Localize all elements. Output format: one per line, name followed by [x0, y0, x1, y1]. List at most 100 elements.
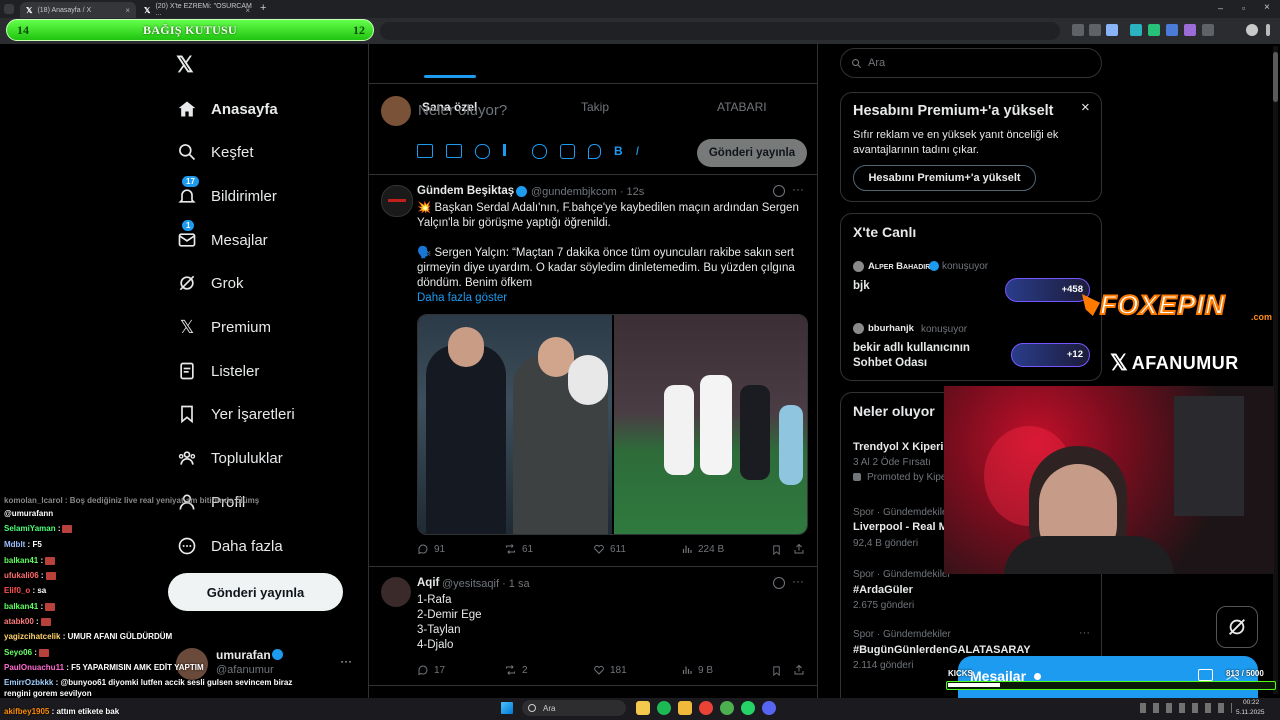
sidebar-item-messages[interactable]: 1 Mesajlar — [176, 220, 268, 255]
minimize-icon[interactable]: – — [1218, 3, 1223, 13]
premium-upgrade-button[interactable]: Hesabını Premium+'a yükselt — [853, 165, 1036, 191]
whatsapp-icon[interactable] — [741, 701, 755, 715]
italic-icon[interactable]: I — [636, 144, 639, 160]
share-icon[interactable] — [793, 663, 805, 681]
chat-message: Mdblt : F5 — [4, 540, 42, 550]
spotify-icon[interactable] — [657, 701, 671, 715]
like-button[interactable]: 611 — [593, 543, 626, 555]
chat-message: Elif0_o : sa — [4, 586, 46, 596]
search-placeholder: Ara — [868, 57, 886, 69]
grok-floating-button[interactable] — [1216, 606, 1258, 648]
explorer-icon[interactable] — [636, 701, 650, 715]
gif-icon[interactable] — [446, 144, 462, 158]
discord-icon[interactable] — [762, 701, 776, 715]
like-button[interactable]: 181 — [593, 664, 627, 676]
search-input[interactable]: Ara — [840, 48, 1102, 78]
views-button[interactable]: 224 B — [681, 543, 724, 555]
trend-more-icon[interactable]: ··· — [1079, 627, 1090, 639]
views-button[interactable]: 9 B — [681, 664, 713, 676]
space-item[interactable]: Alper Bahadır konuşuyor bjk +458 — [841, 254, 1101, 309]
chat-message: akifbey1905 : attım etikete bak — [4, 707, 119, 717]
chat-user: SelamiYaman — [4, 524, 56, 533]
sidebar-item-explore[interactable]: Keşfet — [176, 137, 254, 167]
bold-icon[interactable]: B — [614, 144, 623, 160]
sidebar-item-communities[interactable]: Topluluklar — [176, 443, 283, 473]
tab-atabari[interactable]: ATABARI — [717, 100, 767, 114]
share-icon[interactable] — [793, 542, 805, 560]
bookmark-star-icon[interactable] — [1106, 24, 1118, 36]
composer-post-button[interactable]: Gönderi yayınla — [697, 139, 807, 167]
url-field[interactable] — [380, 22, 1060, 40]
browser-menu-icon[interactable] — [1266, 24, 1270, 36]
system-tray-icons[interactable] — [1140, 703, 1232, 713]
tweet[interactable]: Gündem Beşiktaş @gundembjkcom · 12s ··· … — [369, 175, 817, 567]
chat-message: Seyo06 : — [4, 648, 49, 658]
reply-button[interactable]: 91 — [417, 543, 445, 555]
poll-icon[interactable] — [503, 144, 519, 156]
tweet-more-icon[interactable]: ··· — [792, 574, 804, 588]
sidebar-item-bookmarks[interactable]: Yer İşaretleri — [176, 399, 295, 429]
close-icon[interactable]: × — [125, 6, 130, 15]
grok-icon — [1229, 619, 1245, 635]
maximize-icon[interactable]: ▫ — [1242, 3, 1245, 13]
page-scrollbar[interactable] — [1273, 46, 1278, 694]
repost-button[interactable]: 61 — [504, 543, 533, 555]
tweet-author[interactable]: Gündem Beşiktaş — [417, 185, 514, 197]
new-tab-button[interactable]: + — [260, 2, 266, 14]
composer-input[interactable]: Neler oluyor? — [418, 102, 507, 119]
scrollbar-thumb[interactable] — [1273, 52, 1278, 102]
tweet-handle[interactable]: @gundembjkcom · 12s — [531, 186, 644, 198]
close-window-icon[interactable]: × — [1264, 2, 1270, 13]
tweet-more-icon[interactable]: ··· — [792, 182, 804, 196]
extension-icon[interactable] — [1184, 24, 1196, 36]
emoji-icon[interactable] — [532, 144, 547, 159]
grok-icon[interactable] — [773, 185, 785, 197]
sidebar-item-lists[interactable]: Listeler — [176, 356, 259, 386]
grok-icon[interactable] — [773, 577, 785, 589]
trend-subtitle: 3 Al 2 Öde Fırsatı — [853, 457, 931, 468]
media-icon[interactable] — [417, 144, 433, 158]
extension-icon[interactable] — [1166, 24, 1178, 36]
extensions-puzzle-icon[interactable] — [1202, 24, 1214, 36]
browser-tab[interactable]: 𝕏 (20) X'te EZREMi: "OSURCAM ... × — [138, 2, 256, 18]
location-icon[interactable] — [588, 144, 601, 159]
extension-icon[interactable] — [1130, 24, 1142, 36]
chat-text: : — [33, 617, 39, 626]
repost-button[interactable]: 2 — [504, 664, 528, 676]
sidebar-item-home[interactable]: Anasayfa — [176, 94, 278, 124]
zoom-icon[interactable] — [1089, 24, 1101, 36]
chat-text: rengini gorem sevilyon — [4, 689, 92, 698]
space-item[interactable]: bburhanjk konuşuyor bekir adlı kullanıcı… — [841, 316, 1101, 376]
profile-avatar-icon[interactable] — [1246, 24, 1258, 36]
reply-button[interactable]: 17 — [417, 664, 445, 676]
close-icon[interactable]: × — [1081, 99, 1090, 116]
schedule-icon[interactable] — [560, 144, 575, 159]
bookmark-icon[interactable] — [771, 543, 782, 561]
sidebar-item-grok[interactable]: Grok — [176, 268, 244, 298]
tweet-handle[interactable]: @yesitsaqif · 1 sa — [442, 578, 530, 590]
cast-icon[interactable] — [1072, 24, 1084, 36]
chrome-icon[interactable] — [699, 701, 713, 715]
app-icon[interactable] — [720, 701, 734, 715]
sidebar-item-notifications[interactable]: 17 Bildirimler — [176, 176, 277, 211]
tweet-author[interactable]: Aqif — [417, 577, 439, 589]
tab-following[interactable]: Takip — [581, 100, 609, 114]
tweet[interactable]: Aqif @yesitsaqif · 1 sa ··· 1-Rafa 2-Dem… — [369, 567, 817, 687]
sidebar-item-premium[interactable]: 𝕏 Premium — [176, 312, 271, 342]
tab-list-button[interactable] — [4, 4, 14, 14]
main-feed: Sana özel Takip ATABARI Neler oluyor? B … — [368, 44, 818, 720]
grok-icon[interactable] — [475, 144, 490, 159]
divider — [369, 83, 817, 84]
space-listeners: +458 — [1005, 278, 1090, 302]
taskbar-search[interactable]: Ara — [522, 700, 626, 716]
browser-tab-active[interactable]: 𝕏 (18) Anasayfa / X × — [20, 2, 136, 18]
files-icon[interactable] — [678, 701, 692, 715]
bookmark-icon[interactable] — [771, 664, 782, 682]
extension-icon[interactable] — [1148, 24, 1160, 36]
start-button[interactable] — [501, 702, 513, 714]
x-home-logo[interactable]: 𝕏 — [176, 52, 194, 78]
emote-icon — [38, 648, 49, 657]
close-icon[interactable]: × — [245, 6, 250, 15]
tweet-media[interactable] — [417, 314, 808, 535]
show-more-link[interactable]: Daha fazla göster — [417, 291, 507, 306]
